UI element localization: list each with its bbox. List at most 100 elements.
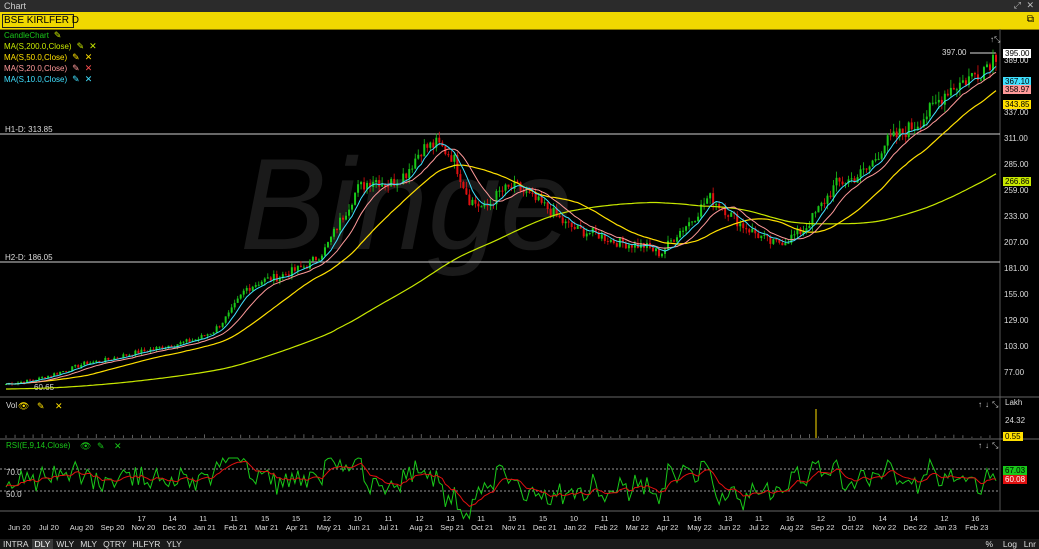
time-month-label: Jun 20 [8,523,31,532]
candle-body [480,206,483,208]
time-day-label: 11 [199,514,207,523]
time-month-label: Oct 21 [471,523,493,532]
candle-body [296,265,299,271]
candle-body [564,221,567,224]
candle-body [859,169,862,178]
rsi-line[interactable] [5,456,997,520]
candle-body [895,131,898,137]
time-month-label: Apr 21 [286,523,308,532]
restore-icon[interactable]: ⧉ [1027,14,1034,25]
candle-body [883,145,886,154]
candle-body [976,74,979,80]
panel-expand-icon[interactable]: ⤡ [992,441,999,450]
tf-hlfyr[interactable]: HLFYR [130,539,164,549]
candle-body [390,178,393,187]
pencil-icon[interactable]: ✎ [37,401,45,411]
volume-tick: 24.32 [1005,416,1026,425]
rsi-signal-line[interactable] [5,460,997,508]
candle-body [182,341,185,343]
panel-up-icon[interactable]: ↑ [978,441,982,450]
candle-body [360,182,363,185]
log-toggle[interactable]: Log [1003,539,1017,549]
price-tick: 337.00 [1004,108,1029,117]
candle-body [703,203,706,205]
eye-icon[interactable]: 👁 [80,441,91,451]
candle-body [50,375,53,377]
percent-toggle[interactable]: % [985,539,993,549]
candle-body [880,153,883,159]
candle-body [206,334,209,336]
time-day-label: 12 [415,514,423,523]
high-label: 397.00 [942,48,967,57]
candle-body [450,155,453,162]
candle-body [952,87,955,90]
candle-body [832,185,835,198]
time-month-label: Jun 21 [348,523,371,532]
tf-qtry[interactable]: QTRY [100,539,129,549]
candle-body [447,154,450,156]
tf-wly[interactable]: WLY [53,539,77,549]
candle-body [257,284,260,286]
candle-body [537,196,540,201]
panel-expand-icon[interactable]: ⤡ [992,400,999,409]
candle-body [730,212,733,217]
pencil-icon[interactable]: ✎ [97,441,105,451]
volume-unit: Lakh [1005,398,1022,407]
candle-body [314,256,317,261]
candle-body [336,228,339,231]
candle-body [651,247,654,252]
rsi-value-tag: 67.03 [1003,466,1028,475]
candle-body [748,229,751,233]
tf-dly[interactable]: DLY [31,539,54,549]
tf-mly[interactable]: MLY [77,539,100,549]
candle-body [354,192,357,205]
candle-body [835,177,838,186]
close-icon[interactable]: ✕ [1026,0,1034,11]
tf-yly[interactable]: YLY [163,539,184,549]
candle-body [465,188,468,195]
candle-body [474,199,477,204]
candle-body [62,371,65,373]
panel-up-icon[interactable]: ↑ [978,400,982,409]
candle-body [660,253,663,257]
panel-down-icon[interactable]: ↓ [985,441,989,450]
window-title: Chart [4,1,27,11]
candle-body [772,239,775,244]
candle-body [284,274,287,276]
tf-intra[interactable]: INTRA [0,539,32,549]
candle-body [549,208,552,216]
candle-body [260,281,263,285]
panel-expand-icon[interactable]: ⤡ [994,35,1001,44]
candle-body [995,54,997,62]
candle-body [218,326,221,328]
candle-body [227,312,230,317]
time-day-label: 16 [693,514,701,523]
candle-body [363,182,366,190]
candle-body [125,354,128,356]
candle-body [715,203,718,206]
remove-icon[interactable]: ✕ [114,441,122,451]
candle-body [928,103,931,117]
time-month-label: Feb 21 [224,523,247,532]
candle-body [86,361,89,365]
eye-icon[interactable]: 👁 [18,401,29,411]
linear-toggle[interactable]: Lnr [1024,539,1036,549]
candle-body [92,361,95,363]
candle-body [688,222,691,227]
candle-body [302,266,305,268]
candle-body [293,267,296,271]
chart-canvas[interactable]: Binge H1-D: 313.85 H2-D: 186.05 397.00 6… [0,29,1039,539]
time-month-label: Nov 20 [132,523,156,532]
panel-down-icon[interactable]: ↓ [985,400,989,409]
time-day-label: 11 [477,514,485,523]
candle-body [615,243,618,247]
candle-body [943,93,946,105]
candle-body [561,217,564,224]
time-month-label: May 21 [317,523,342,532]
remove-icon[interactable]: ✕ [55,401,63,411]
candle-body [248,287,251,291]
candle-body [215,326,218,333]
maximize-icon[interactable]: ⤢ [1014,0,1021,11]
candle-body [408,169,411,179]
candle-body [874,159,877,161]
